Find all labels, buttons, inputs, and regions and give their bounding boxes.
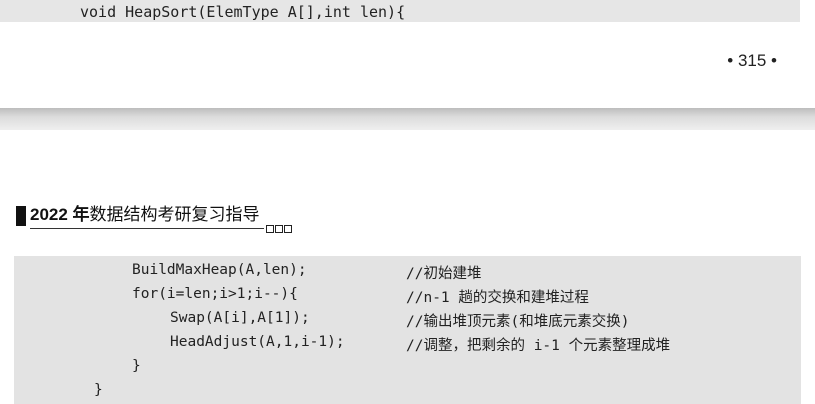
code-comment: //n-1 趟的交换和建堆过程 xyxy=(406,290,589,306)
page-number: • 315 • xyxy=(727,51,777,70)
code-text: } xyxy=(94,382,103,398)
header-book-title: 数据结构考研复习指导 xyxy=(89,205,260,224)
code-block: BuildMaxHeap(A,len); //初始建堆 for(i=len;i>… xyxy=(14,256,801,404)
code-line: } xyxy=(14,358,801,382)
heapsort-signature: void HeapSort(ElemType A[],int len){ xyxy=(80,3,406,21)
header-black-block-icon xyxy=(16,206,26,226)
header-year: 2022 年 xyxy=(30,205,90,224)
code-line: } xyxy=(14,382,801,404)
page-separator xyxy=(0,108,815,130)
code-text: } xyxy=(132,358,141,374)
code-text: for(i=len;i>1;i--){ xyxy=(132,286,298,302)
code-line: Swap(A[i],A[1]); //输出堆顶元素(和堆底元素交换) xyxy=(14,310,801,334)
running-header: 2022 年数据结构考研复习指导 xyxy=(16,200,292,233)
code-text: Swap(A[i],A[1]); xyxy=(170,310,310,326)
code-line: for(i=len;i>1;i--){ //n-1 趟的交换和建堆过程 xyxy=(14,286,801,310)
code-line: BuildMaxHeap(A,len); //初始建堆 xyxy=(14,262,801,286)
header-squares-icon xyxy=(265,225,292,233)
top-code-strip: void HeapSort(ElemType A[],int len){ xyxy=(0,0,800,22)
code-comment: //初始建堆 xyxy=(406,266,482,282)
top-page: void HeapSort(ElemType A[],int len){ • 3… xyxy=(0,0,815,108)
code-text: BuildMaxHeap(A,len); xyxy=(132,262,307,278)
code-line: HeadAdjust(A,1,i-1); //调整，把剩余的 i-1 个元素整理… xyxy=(14,334,801,358)
code-comment: //调整，把剩余的 i-1 个元素整理成堆 xyxy=(406,338,671,354)
code-comment: //输出堆顶元素(和堆底元素交换) xyxy=(406,314,630,330)
code-text: HeadAdjust(A,1,i-1); xyxy=(170,334,345,350)
header-title: 2022 年数据结构考研复习指导 xyxy=(30,200,264,229)
